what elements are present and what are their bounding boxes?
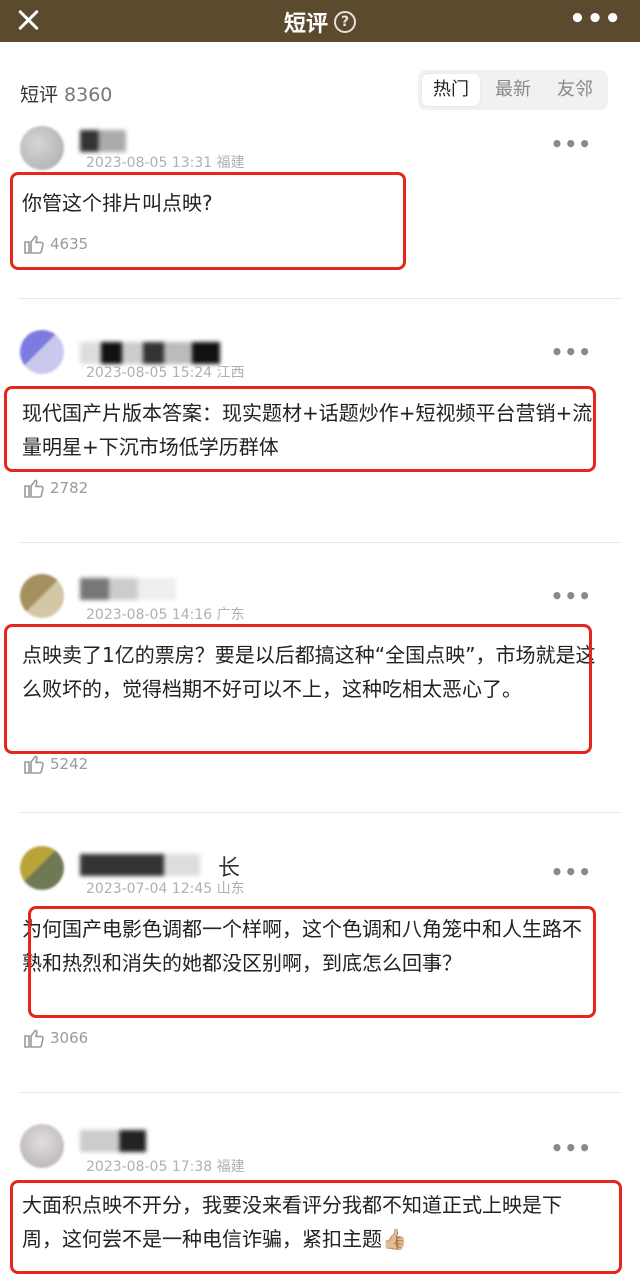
comment-location: 广东 [216, 607, 245, 623]
comment-location: 福建 [216, 155, 245, 171]
help-icon[interactable]: ? [334, 11, 356, 33]
reviews-count: 8360 [64, 84, 113, 106]
avatar[interactable] [20, 126, 64, 170]
divider [18, 1092, 622, 1093]
reviews-header: 短评 8360 热门 最新 友邻 [0, 60, 640, 120]
comment-meta: 2023-08-05 14:16 广东 [86, 604, 245, 624]
avatar[interactable] [20, 846, 64, 890]
thumbs-up-icon [24, 1029, 44, 1048]
avatar[interactable] [20, 574, 64, 618]
reviews-title: 短评 8360 [20, 80, 112, 107]
tab-latest[interactable]: 最新 [484, 74, 542, 106]
comment-date: 2023-08-05 13:31 [86, 155, 213, 171]
username-blurred[interactable] [80, 578, 176, 600]
comment-location: 福建 [216, 1159, 245, 1175]
comment-date: 2023-08-05 15:24 [86, 365, 213, 381]
more-dots-icon[interactable]: ••• [551, 584, 592, 608]
top-bar: 短评? ••• [0, 0, 640, 42]
avatar[interactable] [20, 1124, 64, 1168]
like-count: 2782 [50, 479, 89, 497]
comment-location: 江西 [216, 365, 245, 381]
more-dots-icon[interactable]: ••• [551, 1136, 592, 1160]
comment-meta: 2023-08-05 17:38 福建 [86, 1156, 245, 1176]
like-button[interactable]: 3066 [22, 1026, 88, 1050]
like-button[interactable]: 2782 [22, 476, 88, 500]
username-blurred[interactable] [80, 1130, 146, 1152]
comment-meta: 2023-08-05 13:31 福建 [86, 152, 245, 172]
highlight-box [10, 172, 406, 270]
username-blurred[interactable] [80, 342, 220, 364]
username-blurred[interactable] [80, 854, 200, 876]
reviews-title-label: 短评 [20, 84, 59, 106]
like-count: 3066 [50, 1029, 89, 1047]
sort-tabs: 热门 最新 友邻 [418, 70, 608, 110]
tab-hot[interactable]: 热门 [422, 74, 480, 106]
highlight-box [28, 906, 596, 1018]
comment-date: 2023-08-05 14:16 [86, 607, 213, 623]
page-title-text: 短评 [283, 12, 328, 37]
comment-date: 2023-08-05 17:38 [86, 1159, 213, 1175]
divider [18, 298, 622, 299]
more-icon[interactable]: ••• [569, 4, 622, 34]
more-dots-icon[interactable]: ••• [551, 860, 592, 884]
like-button[interactable]: 5242 [22, 752, 88, 776]
highlight-box [4, 624, 592, 754]
divider [18, 542, 622, 543]
comment-meta: 2023-08-05 15:24 江西 [86, 362, 245, 382]
username-blurred[interactable] [80, 130, 126, 152]
highlight-box [4, 386, 596, 472]
highlight-box [10, 1180, 622, 1274]
page-title: 短评? [0, 6, 640, 38]
tab-friends[interactable]: 友邻 [546, 74, 604, 106]
thumbs-up-icon [24, 479, 44, 498]
comment-location: 山东 [216, 881, 245, 897]
more-dots-icon[interactable]: ••• [551, 340, 592, 364]
divider [18, 812, 622, 813]
comment-date: 2023-07-04 12:45 [86, 881, 213, 897]
more-dots-icon[interactable]: ••• [551, 132, 592, 156]
like-count: 5242 [50, 755, 89, 773]
avatar[interactable] [20, 330, 64, 374]
thumbs-up-icon [24, 755, 44, 774]
comment-meta: 2023-07-04 12:45 山东 [86, 878, 245, 898]
